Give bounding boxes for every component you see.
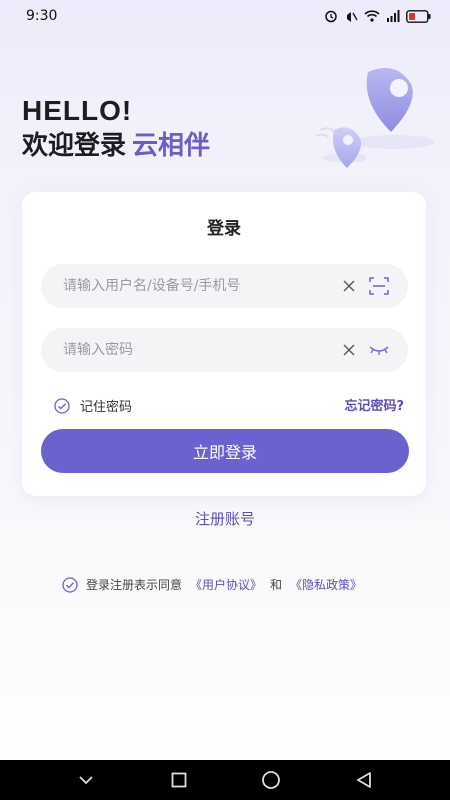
check-circle-icon: [54, 397, 70, 414]
forgot-password-link[interactable]: 忘记密码?: [344, 395, 404, 414]
triangle-back-icon: [356, 772, 371, 788]
system-nav-bar: [0, 760, 450, 800]
scan-button[interactable]: [362, 273, 396, 299]
status-bar: 9:30: [0, 0, 450, 32]
circle-icon: [262, 771, 281, 789]
agreement-check-circle-icon[interactable]: [62, 576, 78, 593]
status-time: 9:30: [26, 8, 58, 24]
remember-password-label: 记住密码: [80, 400, 133, 415]
eye-closed-icon: [369, 346, 389, 355]
status-icons: [324, 9, 432, 23]
square-icon: [171, 772, 187, 788]
hero-welcome: 欢迎登录 云相伴: [22, 128, 210, 164]
nav-back-button[interactable]: [349, 765, 379, 795]
hero-hello: HELLO!: [22, 95, 133, 126]
user-agreement-link[interactable]: 《用户协议》: [190, 576, 262, 593]
mute-icon: [347, 12, 358, 22]
privacy-policy-link[interactable]: 《隐私政策》: [290, 576, 362, 593]
battery-icon: [406, 9, 431, 23]
chevron-down-icon: [79, 776, 93, 785]
hero-brand: 云相伴: [132, 131, 211, 161]
alarm-icon: [325, 10, 337, 23]
close-icon: [343, 344, 355, 356]
map-pin-illustration: [315, 68, 435, 168]
login-card: 登录 请输入用户名/设备号/手机号 记住密码 忘记密码? 立即登录: [22, 192, 426, 496]
register-link[interactable]: 注册账号: [0, 508, 450, 529]
nav-recents-button[interactable]: [164, 765, 194, 795]
clear-username-button[interactable]: [336, 273, 362, 299]
username-field: [41, 264, 408, 308]
close-icon: [343, 280, 355, 292]
hero-welcome-text: 欢迎登录: [22, 131, 127, 161]
remember-password-checkbox[interactable]: 记住密码: [54, 396, 132, 415]
nav-collapse-button[interactable]: [71, 765, 101, 795]
login-button[interactable]: 立即登录: [41, 429, 409, 473]
clear-password-button[interactable]: [336, 337, 362, 363]
signal-4g-icon: [387, 10, 400, 22]
password-input[interactable]: [63, 342, 336, 358]
agreement-prefix: 登录注册表示同意: [86, 578, 183, 592]
wifi-icon: [364, 10, 380, 22]
agreement-and: 和: [270, 578, 283, 592]
toggle-password-visibility-button[interactable]: [362, 337, 396, 363]
hero-title: HELLO! 欢迎登录 云相伴: [22, 96, 210, 164]
scan-icon: [369, 277, 389, 295]
nav-home-button[interactable]: [256, 765, 286, 795]
username-input[interactable]: [63, 278, 336, 294]
password-field: [41, 328, 408, 372]
agreement-row: 登录注册表示同意 《用户协议》 和 《隐私政策》: [62, 576, 362, 593]
login-card-title: 登录: [207, 219, 241, 239]
